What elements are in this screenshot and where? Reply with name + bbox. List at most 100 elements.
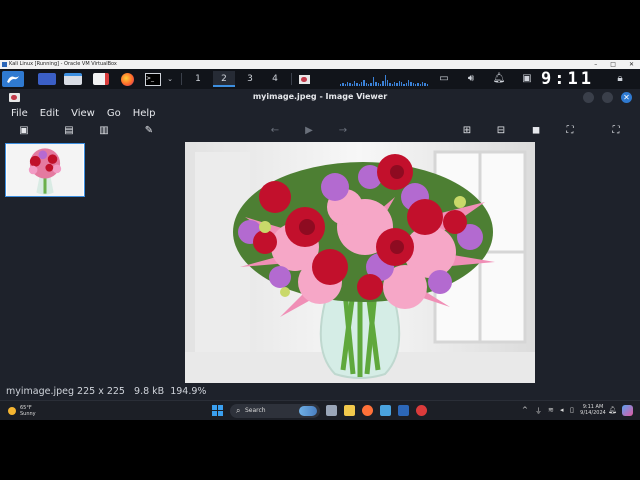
save-icon: ▤ xyxy=(64,125,74,136)
notification-bell-icon[interactable]: 🔔︎ xyxy=(491,71,507,87)
zoom-fit-button[interactable]: ⛶ xyxy=(563,124,577,138)
menu-bar: File Edit View Go Help xyxy=(0,106,640,121)
network-graph-bar xyxy=(356,83,358,86)
network-graph-bar xyxy=(405,83,407,86)
battery-icon[interactable]: ▣ xyxy=(519,71,535,87)
menu-go[interactable]: Go xyxy=(101,106,127,121)
menu-file[interactable]: File xyxy=(0,106,34,121)
image-viewer-icon xyxy=(298,74,310,84)
edit-button[interactable]: ✎ xyxy=(142,124,156,138)
notification-icon[interactable]: 🔔︎ xyxy=(608,406,617,414)
network-graph-bar xyxy=(400,82,403,86)
zoom-in-button[interactable]: ⊞ xyxy=(460,124,474,138)
virtualbox-title: Kali Linux [Running] - Oracle VM Virtual… xyxy=(9,61,117,67)
workspace-1[interactable]: 1 xyxy=(187,71,209,87)
file-manager-button[interactable] xyxy=(64,71,82,87)
workspace-4[interactable]: 4 xyxy=(264,71,286,87)
thumbnail-myimage[interactable] xyxy=(5,143,85,197)
network-graph-bar xyxy=(344,84,347,86)
battery-tray-icon[interactable]: ▯ xyxy=(570,406,574,414)
network-graph-bar xyxy=(372,77,375,86)
vbox-maximize-button[interactable]: □ xyxy=(610,60,616,69)
network-graph-bar xyxy=(426,84,429,86)
previous-button[interactable]: ← xyxy=(268,124,282,138)
display-icon[interactable]: ▭ xyxy=(436,71,452,87)
network-graph-bar xyxy=(403,84,405,86)
minimize-button[interactable] xyxy=(583,92,594,103)
network-graph-bar xyxy=(410,82,412,86)
network-graph-bar xyxy=(379,84,382,86)
window-title: myimage.jpeg - Image Viewer xyxy=(252,92,388,101)
desktop-app-button[interactable] xyxy=(38,71,56,87)
network-graph-bar xyxy=(340,84,342,86)
fullscreen-icon: ⛶ xyxy=(612,125,620,136)
taskbar-search-box[interactable]: ⌕ Search xyxy=(230,404,320,418)
text-editor-button[interactable] xyxy=(92,71,110,87)
network-graph-bar xyxy=(351,84,354,86)
flower-bouquet-image[interactable] xyxy=(185,142,535,383)
speaker-icon[interactable]: ◂ xyxy=(560,406,564,414)
app-taskbar-icon[interactable] xyxy=(380,405,391,416)
network-graph-bar xyxy=(415,84,417,86)
trash-icon: ▥ xyxy=(99,125,109,136)
chrome-taskbar-icon[interactable] xyxy=(416,405,427,416)
network-graph-bar xyxy=(424,83,426,86)
vbox-close-button[interactable]: ✕ xyxy=(629,60,634,69)
search-highlight-icon xyxy=(299,406,317,416)
toolbar: ▣ ▤ ▥ ✎ ← ▶ → ⊞ ⊟ ◼ ⛶ ⛶ xyxy=(0,122,640,140)
windows-start-button[interactable] xyxy=(212,405,223,416)
network-graph-bar xyxy=(386,80,389,86)
image-display-area[interactable] xyxy=(90,140,640,386)
weather-widget[interactable]: 65°F Sunny xyxy=(8,404,68,418)
zoom-1to1-icon: ◼ xyxy=(531,125,541,136)
wifi-icon[interactable]: ≋ xyxy=(548,406,554,414)
text-editor-icon xyxy=(93,73,109,85)
image-viewer-titlebar: myimage.jpeg - Image Viewer ✕ xyxy=(0,89,640,106)
network-graph-bar xyxy=(365,83,368,86)
delete-button[interactable]: ▥ xyxy=(97,124,111,138)
arrow-right-icon: → xyxy=(338,125,348,136)
zoom-out-button[interactable]: ⊟ xyxy=(494,124,508,138)
kali-menu-button[interactable] xyxy=(2,71,24,87)
open-folder-button[interactable]: ▣ xyxy=(17,124,31,138)
next-button[interactable]: → xyxy=(336,124,350,138)
fullscreen-button[interactable]: ⛶ xyxy=(609,124,623,138)
vbox-minimize-button[interactable]: – xyxy=(594,60,597,69)
thumbnail-pane xyxy=(0,140,90,380)
workspace-2[interactable]: 2 xyxy=(213,71,235,87)
network-graph-bar xyxy=(370,83,372,86)
search-icon: ⌕ xyxy=(236,406,241,415)
copilot-icon[interactable] xyxy=(622,405,633,416)
play-slideshow-button[interactable]: ▶ xyxy=(302,124,316,138)
firefox-button[interactable] xyxy=(118,71,136,87)
usb-icon[interactable]: ⏚ xyxy=(535,406,542,416)
flower-bouquet-picture xyxy=(185,142,535,383)
virtualbox-taskbar-icon[interactable] xyxy=(398,405,409,416)
firefox-taskbar-icon[interactable] xyxy=(362,405,373,416)
terminal-button[interactable]: >_ xyxy=(144,71,162,87)
zoom-100-button[interactable]: ◼ xyxy=(529,124,543,138)
maximize-button[interactable] xyxy=(602,92,613,103)
save-button[interactable]: ▤ xyxy=(62,124,76,138)
menu-view[interactable]: View xyxy=(65,106,101,121)
network-graph-bar xyxy=(393,82,396,86)
network-graph-bar xyxy=(398,81,400,86)
network-graph-bar xyxy=(389,83,391,86)
file-explorer-icon[interactable] xyxy=(344,405,355,416)
network-graph-bar xyxy=(368,84,370,86)
search-label: Search xyxy=(245,407,266,414)
close-button[interactable]: ✕ xyxy=(621,92,632,103)
panel-clock[interactable]: 9:11 xyxy=(541,70,594,88)
task-view-icon[interactable] xyxy=(326,405,337,416)
show-hidden-icons-chevron[interactable]: ^ xyxy=(522,406,528,414)
chevron-down-icon[interactable]: ⌄ xyxy=(165,71,175,87)
image-viewer-task-button[interactable] xyxy=(296,71,312,87)
network-graph-bar xyxy=(417,83,419,86)
volume-icon[interactable]: 🔊︎ xyxy=(463,71,479,87)
menu-help[interactable]: Help xyxy=(127,106,162,121)
menu-edit[interactable]: Edit xyxy=(34,106,65,121)
system-clock[interactable]: 9:11 AM 9/14/2024 xyxy=(580,404,606,416)
workspace-3[interactable]: 3 xyxy=(239,71,261,87)
lock-icon[interactable]: 🔒︎ xyxy=(612,71,628,87)
network-graph-bar xyxy=(407,80,410,86)
